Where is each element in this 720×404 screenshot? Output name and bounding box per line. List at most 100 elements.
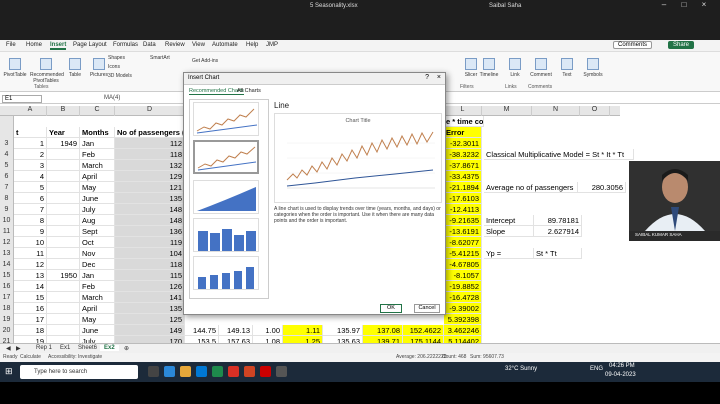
cell-t[interactable]: 7 xyxy=(14,204,47,215)
cell-year[interactable] xyxy=(47,226,80,237)
pivottable-button[interactable]: PivotTable xyxy=(2,58,28,78)
cell-year[interactable] xyxy=(47,171,80,182)
cell-year[interactable] xyxy=(47,149,80,160)
cell-month[interactable]: Dec xyxy=(80,259,115,270)
cell-passengers[interactable]: 135 xyxy=(115,303,185,314)
clock-date[interactable]: 09-04-2023 xyxy=(605,372,636,378)
cell-passengers[interactable]: 118 xyxy=(115,259,185,270)
cell-error[interactable]: -32.3011 xyxy=(444,138,482,149)
note-average-label[interactable]: Average no of passengers xyxy=(484,182,578,193)
cell-t[interactable]: 11 xyxy=(14,248,47,259)
chart-thumb-line-2[interactable] xyxy=(193,140,259,174)
ok-button[interactable]: OK xyxy=(380,304,402,313)
cell-t[interactable]: 9 xyxy=(14,226,47,237)
get-add-ins-button[interactable]: Get Add-ins xyxy=(192,58,234,64)
note-yp-label[interactable]: Yp = xyxy=(484,248,534,259)
cell-t[interactable]: 2 xyxy=(14,149,47,160)
cell-t[interactable]: 5 xyxy=(14,182,47,193)
col-header-b[interactable]: B xyxy=(47,106,80,116)
excel-icon[interactable] xyxy=(212,366,223,377)
cell-passengers[interactable]: 112 xyxy=(115,138,185,149)
scroll-left-icon[interactable]: ◀ xyxy=(6,345,11,352)
col-header-d[interactable]: D xyxy=(115,106,185,116)
scroll-right-icon[interactable]: ▶ xyxy=(16,345,21,352)
row-header[interactable]: 5 xyxy=(0,160,14,171)
cell-passengers[interactable]: 148 xyxy=(115,204,185,215)
cell-t[interactable]: 14 xyxy=(14,281,47,292)
col-header-m[interactable]: M xyxy=(482,106,532,116)
cell-passengers[interactable]: 129 xyxy=(115,171,185,182)
header-cell-passengers[interactable]: No of passengers (Yt) xyxy=(115,127,185,138)
cell-passengers[interactable]: 119 xyxy=(115,237,185,248)
header-cell-error[interactable]: Error xyxy=(444,127,482,138)
status-calculate[interactable]: Calculate xyxy=(20,354,41,360)
cell-t[interactable]: 18 xyxy=(14,325,47,336)
status-accessibility[interactable]: Accessibility: Investigate xyxy=(48,354,102,360)
cell-month[interactable]: Jan xyxy=(80,270,115,281)
cell-month[interactable]: March xyxy=(80,160,115,171)
cell-year[interactable] xyxy=(47,237,80,248)
comments-button[interactable]: Comments xyxy=(612,41,652,49)
chart-thumb-column[interactable] xyxy=(193,218,259,252)
tab-all-charts[interactable]: All Charts xyxy=(237,88,261,94)
cell-year[interactable]: 1949 xyxy=(47,138,80,149)
cell-k[interactable]: 152.4622 xyxy=(403,325,444,336)
sheet-tab-sheet6[interactable]: Sheet6 xyxy=(78,345,97,351)
cell-t[interactable]: 1 xyxy=(14,138,47,149)
tab-review[interactable]: Review xyxy=(165,42,185,48)
cell-error[interactable]: 5.392398 xyxy=(444,314,482,325)
cell-year[interactable] xyxy=(47,160,80,171)
symbols-button[interactable]: Symbols xyxy=(580,58,606,78)
cell-month[interactable]: Nov xyxy=(80,248,115,259)
mail-icon[interactable] xyxy=(196,366,207,377)
share-button[interactable]: Share xyxy=(667,41,694,49)
cell-year[interactable] xyxy=(47,193,80,204)
cell-t[interactable]: 10 xyxy=(14,237,47,248)
sheet-tab-rep1[interactable]: Rep 1 xyxy=(36,345,52,351)
cell-t[interactable]: 4 xyxy=(14,171,47,182)
cell-error[interactable]: -5.41215 xyxy=(444,248,482,259)
col-header-c[interactable]: C xyxy=(80,106,115,116)
cell-t[interactable]: 6 xyxy=(14,193,47,204)
sheet-tab-ex2[interactable]: Ex2 xyxy=(100,345,119,351)
row-header[interactable] xyxy=(0,116,14,127)
note-yp-value[interactable]: St * Tt xyxy=(534,248,582,259)
user-name[interactable]: Saibal Saha xyxy=(489,3,521,9)
row-header[interactable]: 14 xyxy=(0,259,14,270)
tab-insert[interactable]: Insert xyxy=(50,42,67,50)
cell-error[interactable]: -33.4375 xyxy=(444,171,482,182)
tab-formulas[interactable]: Formulas xyxy=(113,42,138,48)
windows-start-icon[interactable]: ⊞ xyxy=(5,366,13,377)
timeline-button[interactable]: Timeline xyxy=(476,58,502,78)
tab-page-layout[interactable]: Page Layout xyxy=(73,42,107,48)
row-header[interactable]: 13 xyxy=(0,248,14,259)
tab-automate[interactable]: Automate xyxy=(212,42,238,48)
task-view-icon[interactable] xyxy=(148,366,159,377)
cell-error[interactable]: -9.39002 xyxy=(444,303,482,314)
shapes-button[interactable]: Shapes xyxy=(108,55,144,61)
cell-error[interactable]: -8.62077 xyxy=(444,237,482,248)
row-header[interactable]: 7 xyxy=(0,182,14,193)
cell-error[interactable]: -9.21635 xyxy=(444,215,482,226)
close-icon[interactable]: × xyxy=(696,0,712,9)
cell-t[interactable]: 13 xyxy=(14,270,47,281)
edge-icon[interactable] xyxy=(164,366,175,377)
note-slope-label[interactable]: Slope xyxy=(484,226,534,237)
cell-passengers[interactable]: 132 xyxy=(115,160,185,171)
maximize-icon[interactable]: □ xyxy=(676,0,692,9)
cell-passengers[interactable]: 135 xyxy=(115,193,185,204)
text-button[interactable]: Text xyxy=(554,58,580,78)
chart-thumb-line-1[interactable] xyxy=(193,102,259,136)
cell-month[interactable]: Feb xyxy=(80,281,115,292)
cell-passengers[interactable]: 115 xyxy=(115,270,185,281)
cell-month[interactable]: July xyxy=(80,204,115,215)
cell-year[interactable] xyxy=(47,281,80,292)
cell-year[interactable] xyxy=(47,292,80,303)
row-header[interactable]: 20 xyxy=(0,325,14,336)
cell-t[interactable]: 8 xyxy=(14,215,47,226)
cell-passengers[interactable]: 141 xyxy=(115,292,185,303)
cell-error[interactable]: -38.3232 xyxy=(444,149,482,160)
cell-passengers[interactable]: 136 xyxy=(115,226,185,237)
cell-error[interactable]: -13.6191 xyxy=(444,226,482,237)
row-header[interactable]: 10 xyxy=(0,215,14,226)
